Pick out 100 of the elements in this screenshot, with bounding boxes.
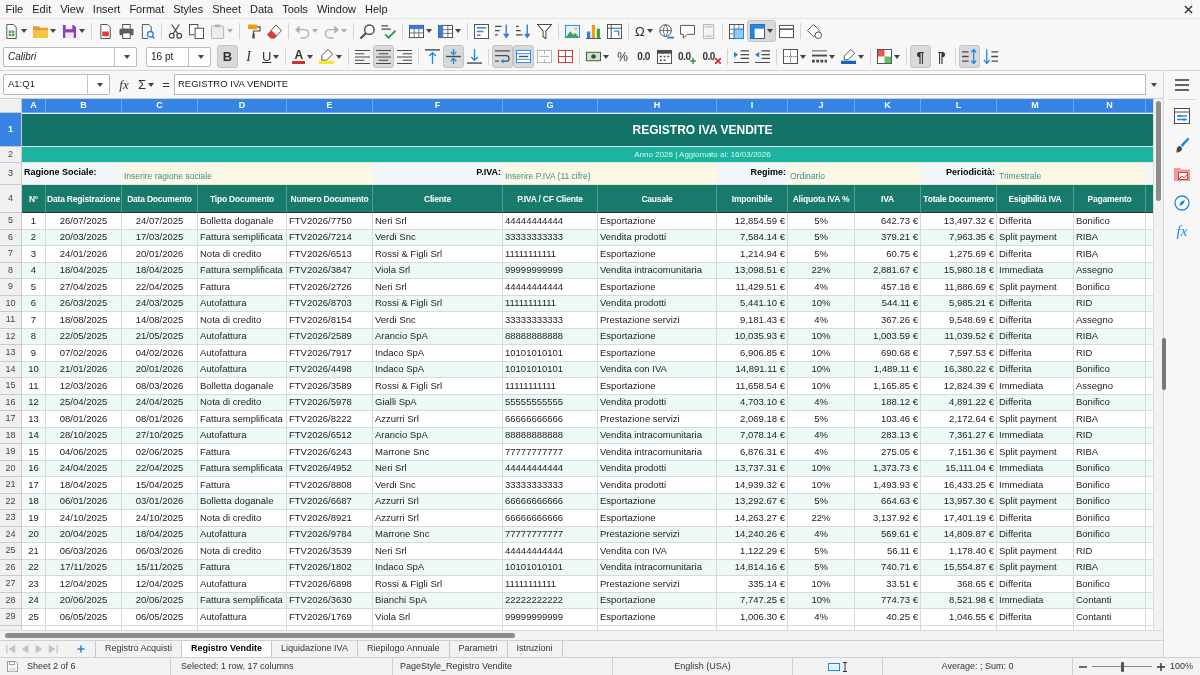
scrollbar-thumb[interactable] <box>1156 101 1161 201</box>
scissors-icon <box>168 23 183 39</box>
menu-item[interactable]: Sheet <box>207 0 246 18</box>
row-number[interactable]: 4 <box>0 185 22 213</box>
table-cell: 12,854.59 € <box>717 213 788 230</box>
row-number[interactable]: 23 <box>0 510 22 527</box>
plus-icon[interactable] <box>76 645 85 653</box>
add-decimal-button[interactable]: 0.0 <box>675 45 700 68</box>
selection-info: Selected: 1 row, 17 columns <box>181 659 294 673</box>
formula-button[interactable]: = <box>160 74 172 95</box>
number-format-button[interactable]: 0.0 <box>633 45 655 68</box>
row-number[interactable]: 7 <box>0 246 22 263</box>
formula-input[interactable]: REGISTRO IVA VENDITE <box>174 74 1146 95</box>
sheet-tab[interactable]: Registro Vendite <box>182 641 273 657</box>
sum-button[interactable]: Σ <box>134 74 158 95</box>
row-number[interactable]: 5 <box>0 213 22 230</box>
freeze-button[interactable] <box>746 20 776 42</box>
horizontal-scrollbar[interactable] <box>0 630 1163 640</box>
font-name-combobox[interactable]: Calibri <box>3 46 137 67</box>
menu-item[interactable]: Format <box>124 0 169 18</box>
zoom-in-icon[interactable] <box>1157 662 1165 671</box>
table-cell: Prestazione servizi <box>598 576 717 593</box>
table-cell: Bolletta doganale <box>198 378 287 395</box>
menu-item[interactable]: View <box>55 0 89 18</box>
document-save-icon[interactable] <box>6 661 18 672</box>
left-to-right-button[interactable]: ¶ <box>909 45 931 68</box>
document-magnifier-icon <box>140 23 155 39</box>
row-number[interactable]: 19 <box>0 444 22 461</box>
percent-button[interactable]: % <box>612 45 634 68</box>
menu-item[interactable]: Window <box>312 0 361 18</box>
align-middle-button[interactable] <box>443 45 465 68</box>
table-cell: 24/01/2026 <box>46 246 122 263</box>
wrap-text-button[interactable] <box>492 45 514 68</box>
font-color-button[interactable]: A <box>289 45 317 68</box>
table-cell: 33.51 € <box>855 576 921 593</box>
menu-item[interactable]: Insert <box>88 0 125 18</box>
menu-item[interactable]: Tools <box>277 0 313 18</box>
column-label[interactable]: K <box>855 99 921 113</box>
row-number[interactable]: 2 <box>0 147 22 163</box>
column-label[interactable]: M <box>997 99 1074 113</box>
conditional-format-icon <box>876 49 892 64</box>
font-size-combobox[interactable]: 16 pt <box>146 46 211 67</box>
text-cursor-icon[interactable] <box>841 661 848 672</box>
column-label[interactable]: N <box>1074 99 1146 113</box>
slider-thumb[interactable] <box>1120 661 1124 672</box>
table-cell: Fattura semplificata <box>198 411 287 428</box>
menu-item[interactable]: Help <box>360 0 393 18</box>
name-box[interactable]: A1:Q1 <box>3 74 110 95</box>
right-to-left-button[interactable]: ¶ <box>930 45 952 68</box>
row-number[interactable]: 15 <box>0 378 22 395</box>
column-label[interactable]: G <box>503 99 598 113</box>
row-number[interactable]: 11 <box>0 312 22 329</box>
table-cell: FTV2026/6513 <box>287 246 373 263</box>
row-number[interactable]: 13 <box>0 345 22 362</box>
table-cell: Nota di credito <box>198 246 287 263</box>
special-character-button[interactable]: Ω <box>632 20 656 42</box>
row-number[interactable]: 17 <box>0 411 22 428</box>
column-label[interactable]: E <box>287 99 373 113</box>
italic-button[interactable]: I <box>238 45 259 68</box>
menu-item[interactable]: Data <box>245 0 278 18</box>
table-cell: 1,178.40 € <box>921 543 997 560</box>
zoom-slider[interactable] <box>1092 661 1152 672</box>
row-number[interactable]: 3 <box>0 163 22 185</box>
scrollbar-thumb[interactable] <box>5 633 515 638</box>
table-cell: 1,165.85 € <box>855 378 921 395</box>
menu-item[interactable]: Styles <box>168 0 208 18</box>
table-cell: Neri Srl <box>373 279 503 296</box>
zoom-out-icon[interactable] <box>1079 663 1087 670</box>
close-icon[interactable] <box>1184 4 1193 14</box>
row-number[interactable]: 29 <box>0 609 22 626</box>
column-label[interactable]: J <box>788 99 855 113</box>
row-number[interactable]: 21 <box>0 477 22 494</box>
functions-button[interactable]: fx <box>1169 217 1195 246</box>
delete-decimal-button[interactable]: 0.0 <box>699 45 724 68</box>
column-label[interactable]: D <box>198 99 287 113</box>
row-number[interactable]: 27 <box>0 576 22 593</box>
column-label[interactable]: L <box>921 99 997 113</box>
column-label[interactable]: C <box>122 99 198 113</box>
table-cell: 2,172.64 € <box>921 411 997 428</box>
bold-button[interactable]: B <box>217 45 238 68</box>
menu-item[interactable]: Edit <box>27 0 56 18</box>
row-number[interactable]: 1 <box>0 113 22 147</box>
align-center-button[interactable] <box>373 45 395 68</box>
row-number[interactable]: 9 <box>0 279 22 296</box>
column-label[interactable]: B <box>46 99 122 113</box>
merge-center-button[interactable] <box>513 45 535 68</box>
menu-item[interactable]: File <box>1 0 28 18</box>
table-cell: 27/04/2025 <box>46 279 122 296</box>
column-label[interactable]: H <box>598 99 717 113</box>
column-label[interactable]: A <box>22 99 46 113</box>
underline-button[interactable]: U <box>259 45 283 68</box>
column-label[interactable]: F <box>373 99 503 113</box>
text-stack-button[interactable] <box>958 45 980 68</box>
sidebar-handle[interactable] <box>1162 338 1166 390</box>
row-number[interactable]: 25 <box>0 543 22 560</box>
table-cell: 642.73 € <box>855 213 921 230</box>
function-wizard-button[interactable]: fx <box>116 74 132 95</box>
table-cell: 13,497.32 € <box>921 213 997 230</box>
column-label[interactable]: I <box>717 99 788 113</box>
vertical-scrollbar[interactable] <box>1153 99 1163 630</box>
